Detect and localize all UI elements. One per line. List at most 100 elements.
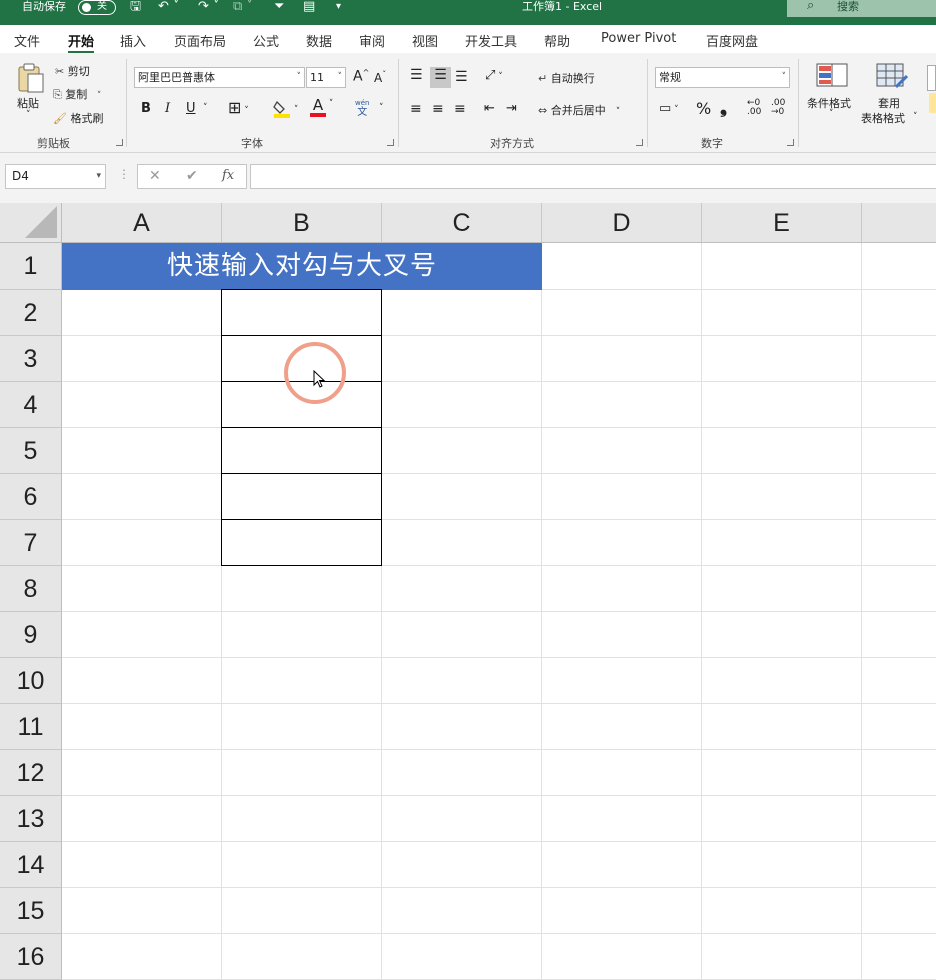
enter-icon[interactable]: ✔	[186, 168, 198, 184]
search-box[interactable]: ⌕ 搜索	[787, 0, 936, 17]
align-middle-button[interactable]: ☰	[430, 67, 451, 88]
underline-button[interactable]: U	[186, 101, 196, 116]
worksheet-grid[interactable]: A B C D E 1 2 3 4 5 6 7 8 9 10 11 12 13 …	[0, 203, 936, 980]
currency-button[interactable]: ▭ ˅	[659, 101, 679, 116]
autosave-toggle[interactable]: 关	[78, 0, 116, 15]
tab-review[interactable]: 审阅	[359, 31, 385, 50]
tab-insert[interactable]: 插入	[120, 31, 146, 50]
tab-view[interactable]: 视图	[412, 31, 438, 50]
row-header-1[interactable]: 1	[0, 243, 62, 290]
row-header-6[interactable]: 6	[0, 474, 62, 520]
percent-button[interactable]: %	[696, 99, 711, 118]
undo-icon[interactable]: ↶ ˅	[158, 0, 180, 16]
column-header-a[interactable]: A	[62, 203, 222, 243]
format-painter-button[interactable]: 🖌 格式刷	[53, 110, 103, 126]
format-as-table-icon[interactable]	[876, 63, 909, 92]
copy-button[interactable]: ⎘ 复制 ˅	[53, 86, 101, 102]
insert-function-icon[interactable]: fx	[222, 168, 234, 183]
customize-qat-icon[interactable]: ▾	[336, 0, 341, 16]
cell-styles-swatch[interactable]	[929, 93, 936, 113]
filter-icon[interactable]: ⏷	[274, 0, 284, 16]
format-as-table-label-2[interactable]: 表格格式	[861, 110, 905, 126]
font-color-button[interactable]: A ˅	[310, 98, 333, 117]
select-all-button[interactable]	[0, 203, 62, 243]
align-center-button[interactable]: ≡	[432, 101, 444, 117]
tab-file[interactable]: 文件	[14, 31, 40, 50]
number-launcher-icon[interactable]	[787, 139, 794, 146]
row-header-4[interactable]: 4	[0, 382, 62, 428]
cell-b2[interactable]	[221, 289, 382, 336]
row-header-14[interactable]: 14	[0, 842, 62, 888]
phonetic-button[interactable]: wén 文	[355, 99, 369, 118]
column-header-c[interactable]: C	[382, 203, 542, 243]
row-header-13[interactable]: 13	[0, 796, 62, 842]
tab-power-pivot[interactable]: Power Pivot	[601, 31, 676, 46]
align-left-button[interactable]: ≡	[410, 101, 422, 117]
cell-b6[interactable]	[221, 473, 382, 520]
orientation-button[interactable]: ⤢ ˅	[485, 68, 503, 83]
row-header-9[interactable]: 9	[0, 612, 62, 658]
row-header-10[interactable]: 10	[0, 658, 62, 704]
increase-indent-button[interactable]: ⇥	[506, 101, 517, 116]
number-format-select[interactable]: 常规 ˅	[655, 67, 790, 88]
decrease-indent-button[interactable]: ⇤	[484, 101, 495, 116]
form-icon[interactable]: ▤	[303, 0, 315, 16]
clipboard-launcher-icon[interactable]	[116, 139, 123, 146]
paste-label[interactable]: 粘贴	[17, 95, 39, 111]
alignment-launcher-icon[interactable]	[636, 139, 643, 146]
borders-button[interactable]: ⊞ ˅	[228, 98, 249, 117]
tab-developer[interactable]: 开发工具	[465, 31, 517, 50]
cell-b5[interactable]	[221, 427, 382, 474]
paste-dropdown-icon[interactable]: ˅	[26, 110, 31, 120]
row-header-5[interactable]: 5	[0, 428, 62, 474]
column-header-b[interactable]: B	[222, 203, 382, 243]
font-size-select[interactable]: 11 ˅	[306, 67, 346, 88]
align-bottom-button[interactable]: ☰	[455, 69, 468, 85]
align-right-button[interactable]: ≡	[454, 101, 466, 117]
italic-button[interactable]: I	[165, 101, 170, 116]
tab-baidu-netdisk[interactable]: 百度网盘	[706, 31, 758, 50]
row-header-3[interactable]: 3	[0, 336, 62, 382]
row-header-11[interactable]: 11	[0, 704, 62, 750]
tab-page-layout[interactable]: 页面布局	[174, 31, 226, 50]
font-name-select[interactable]: 阿里巴巴普惠体 ˅	[134, 67, 305, 88]
conditional-format-dropdown-icon[interactable]: ˅	[829, 109, 834, 119]
row-header-7[interactable]: 7	[0, 520, 62, 566]
format-as-table-dropdown-icon[interactable]: ˅	[913, 112, 918, 122]
cut-button[interactable]: ✂ 剪切	[55, 63, 90, 79]
wrap-text-button[interactable]: ↵ 自动换行	[538, 70, 595, 86]
grow-font-button[interactable]: A^	[353, 68, 369, 85]
merge-center-button[interactable]: ⇔ 合并后居中 ˅	[538, 102, 620, 118]
font-launcher-icon[interactable]	[387, 139, 394, 146]
underline-dropdown-icon[interactable]: ˅	[203, 103, 208, 113]
row-header-2[interactable]: 2	[0, 290, 62, 336]
save-icon[interactable]: 🖫	[130, 0, 141, 16]
align-top-button[interactable]: ☰	[410, 67, 423, 83]
cancel-icon[interactable]: ✕	[149, 168, 161, 184]
comma-button[interactable]: ❟	[720, 97, 727, 118]
decrease-decimal-button[interactable]: .00 →0	[771, 99, 785, 117]
cell-styles-icon[interactable]	[927, 65, 936, 91]
row-header-8[interactable]: 8	[0, 566, 62, 612]
name-box[interactable]: D4 ▾	[5, 164, 106, 189]
splitter-handle-icon[interactable]: ⋮	[118, 167, 130, 181]
paste-button[interactable]	[16, 62, 46, 97]
column-header-e[interactable]: E	[702, 203, 862, 243]
format-as-table-label-1[interactable]: 套用	[878, 95, 900, 111]
tab-home[interactable]: 开始	[68, 31, 95, 54]
increase-decimal-button[interactable]: ←0.00	[747, 99, 761, 117]
redo-icon[interactable]: ↷ ˅	[198, 0, 220, 16]
bold-button[interactable]: B	[141, 101, 151, 116]
tab-formulas[interactable]: 公式	[253, 31, 279, 50]
tab-help[interactable]: 帮助	[544, 31, 570, 50]
shapes-icon[interactable]: ⧉ ˅	[233, 0, 253, 16]
shrink-font-button[interactable]: Aˇ	[374, 70, 386, 85]
formula-input[interactable]	[250, 164, 936, 189]
row-header-12[interactable]: 12	[0, 750, 62, 796]
row-header-15[interactable]: 15	[0, 888, 62, 934]
column-header-f[interactable]	[862, 203, 936, 243]
tab-data[interactable]: 数据	[306, 31, 332, 50]
phonetic-dropdown-icon[interactable]: ˅	[379, 103, 384, 113]
conditional-format-icon[interactable]	[816, 63, 848, 90]
row-header-16[interactable]: 16	[0, 934, 62, 980]
